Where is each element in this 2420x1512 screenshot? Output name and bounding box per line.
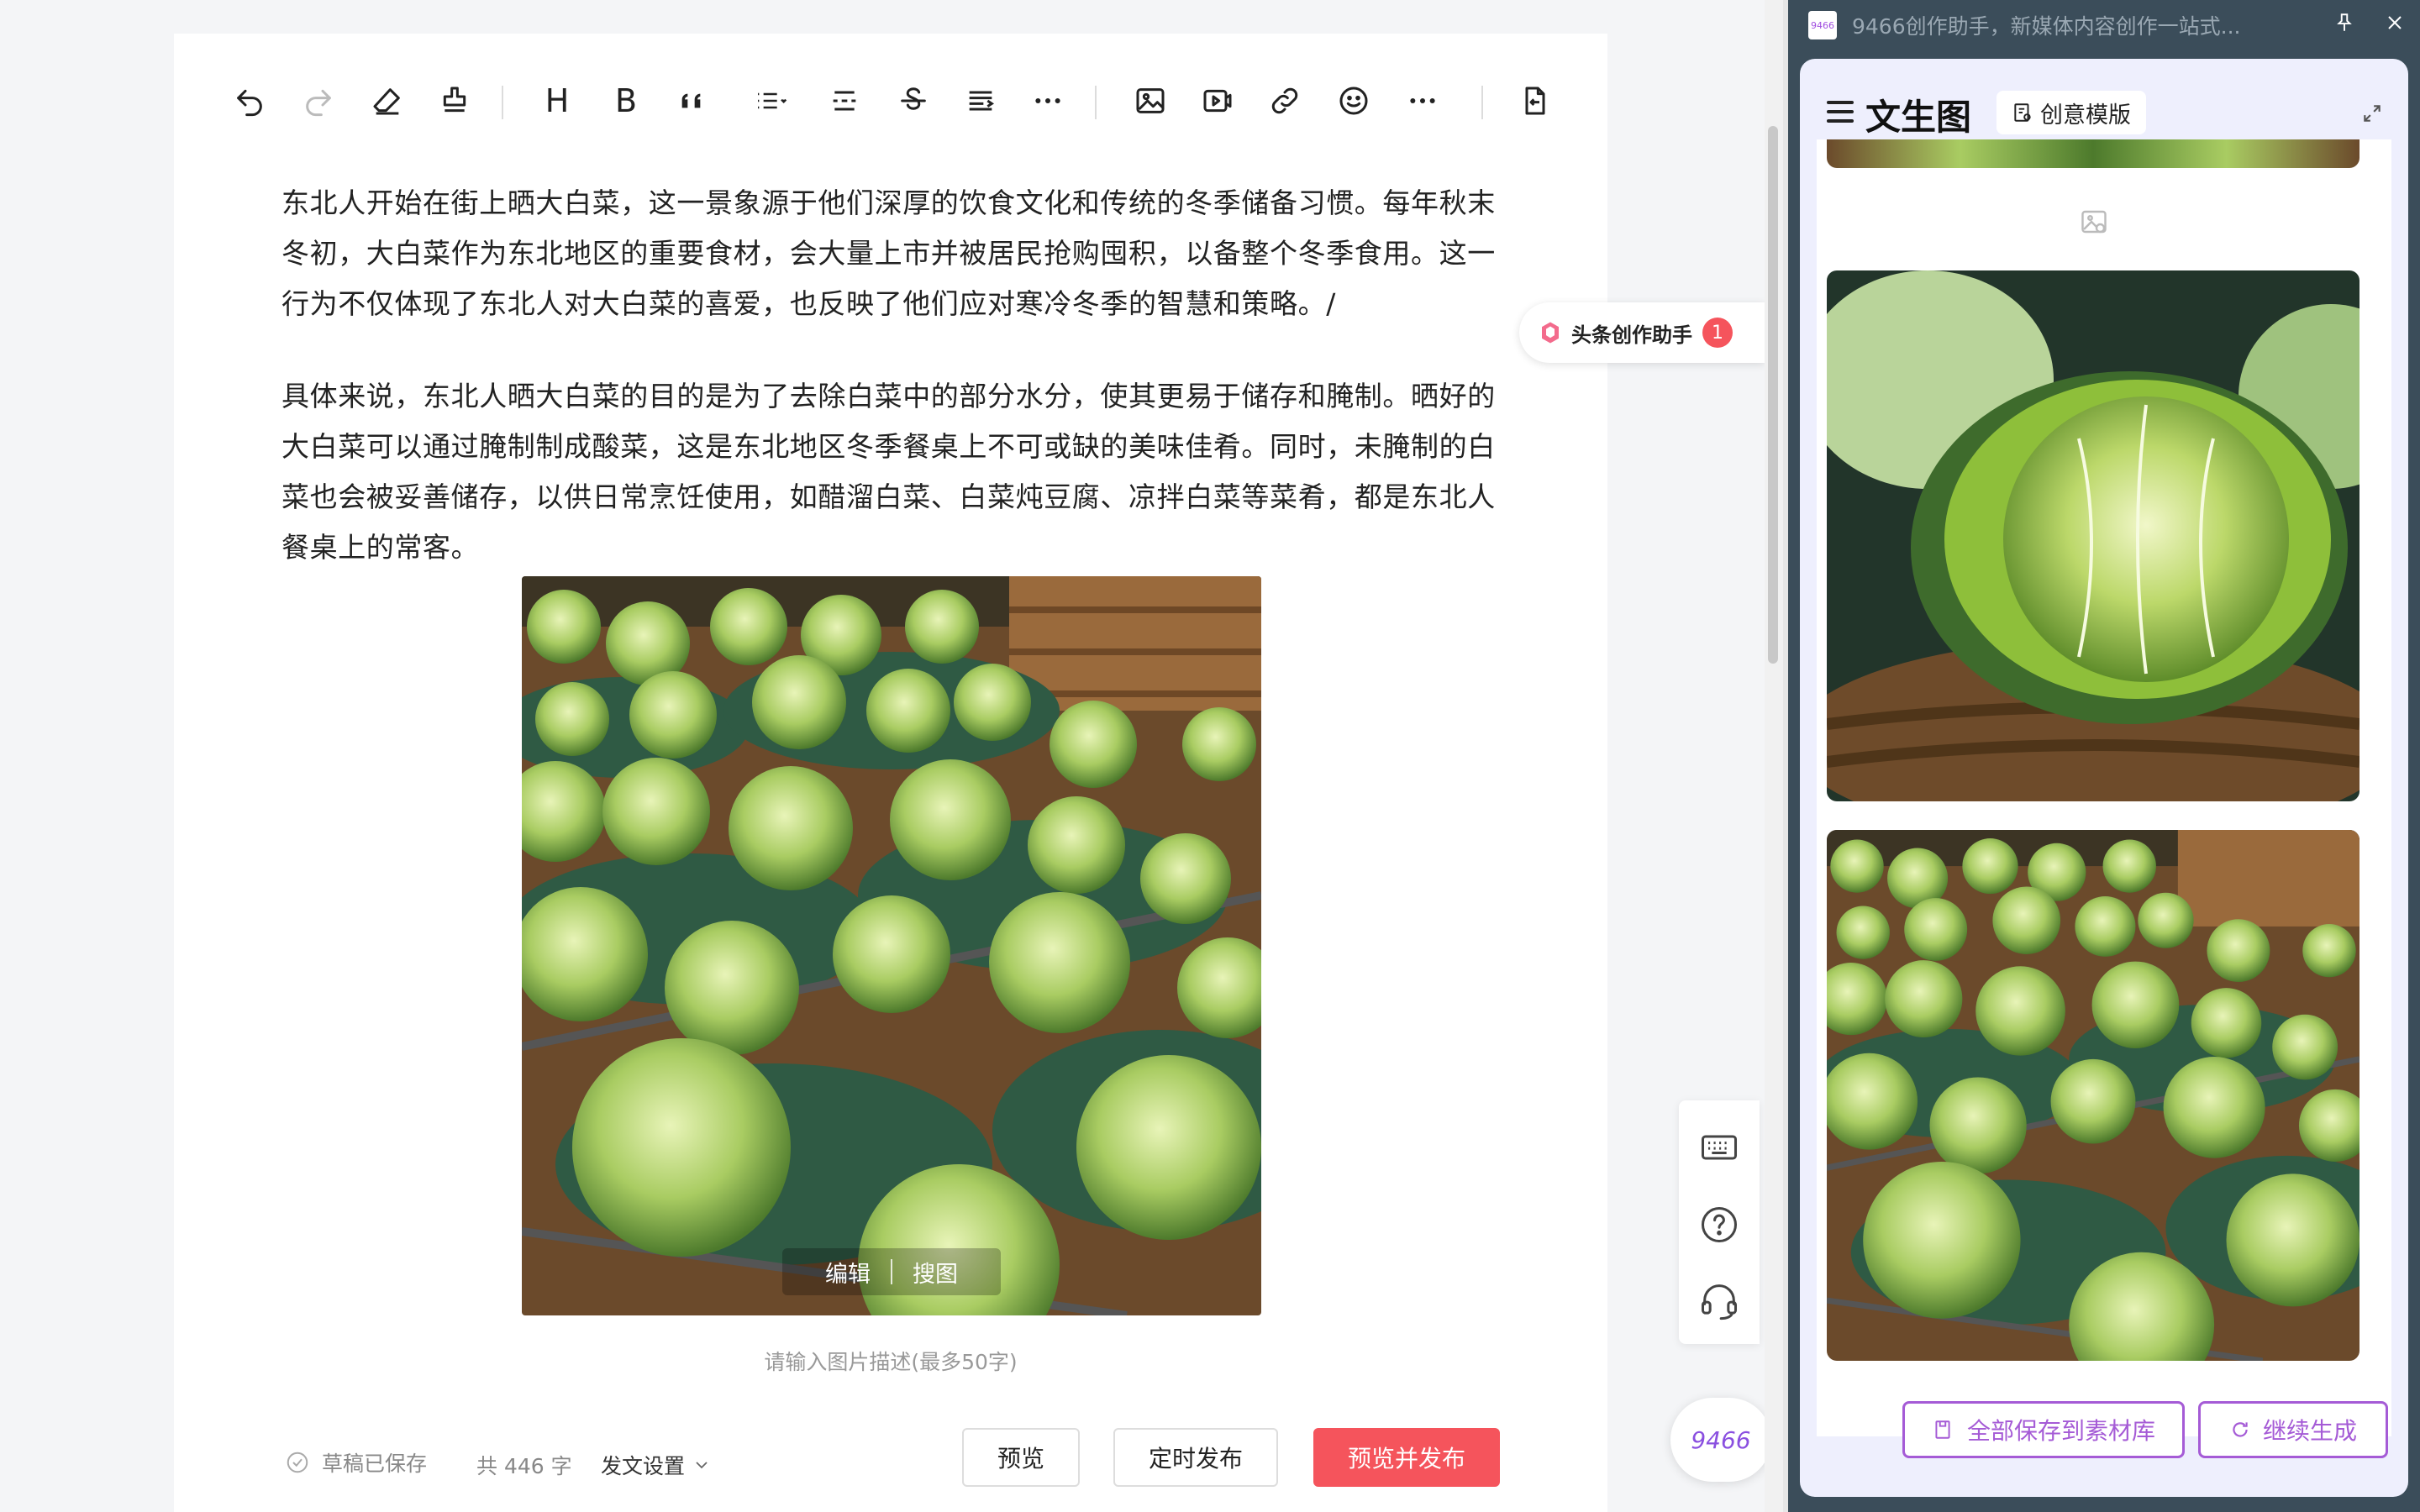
text-to-image-panel: 文生图 创意模版 全部保存到素材库 继续生成: [1800, 59, 2408, 1497]
editor-area: H B 东北人开始在街上晒大白菜，这一景象源于他们深厚的饮食文化和传统的冬季储备…: [0, 0, 1771, 1512]
editor-toolbar: H B: [174, 34, 1607, 143]
list-icon[interactable]: [742, 77, 801, 124]
import-doc-icon[interactable]: [1512, 77, 1559, 124]
save-icon: [1935, 1420, 1950, 1439]
assistant-label: 头条创作助手: [1571, 323, 1692, 347]
refresh-icon: [2233, 1422, 2248, 1437]
quote-icon[interactable]: [670, 77, 717, 124]
save-all-to-library-button[interactable]: 全部保存到素材库: [1902, 1401, 2185, 1458]
scrollbar-thumb[interactable]: [1768, 126, 1778, 664]
more-icon-2[interactable]: [1399, 77, 1446, 124]
image-search-button[interactable]: 搜图: [913, 1256, 958, 1289]
article-paragraph-2[interactable]: 具体来说，东北人晒大白菜的目的是为了去除白菜中的部分水分，使其更易于储存和腌制。…: [281, 371, 1508, 573]
article-image[interactable]: 编辑 搜图: [522, 576, 1261, 1315]
template-icon: [2014, 103, 2031, 122]
article-paragraph-1[interactable]: 东北人开始在街上晒大白菜，这一景象源于他们深厚的饮食文化和传统的冬季储备习惯。每…: [281, 178, 1508, 329]
heading-icon[interactable]: H: [534, 77, 581, 124]
panel-title: 文生图: [1865, 97, 1972, 138]
toolbar-divider: [502, 86, 503, 119]
eraser-icon[interactable]: [364, 77, 411, 124]
draft-status-text: 草稿已保存: [322, 1452, 428, 1476]
editor-scrollbar[interactable]: [1765, 0, 1783, 1512]
image-edit-button[interactable]: 编辑: [825, 1256, 871, 1289]
undo-icon[interactable]: [226, 77, 273, 124]
menu-icon[interactable]: [1827, 101, 1854, 123]
help-icon[interactable]: [1697, 1203, 1741, 1247]
format-painter-icon[interactable]: [431, 77, 478, 124]
align-icon[interactable]: [957, 77, 1004, 124]
bold-icon[interactable]: B: [602, 77, 650, 124]
app-float-logo[interactable]: 9466: [1670, 1398, 1771, 1482]
save-all-label: 全部保存到素材库: [1966, 1417, 2155, 1445]
schedule-publish-button[interactable]: 定时发布: [1113, 1428, 1278, 1487]
creative-template-button[interactable]: 创意模版: [1996, 91, 2146, 134]
generated-images-list: [1817, 139, 2391, 1436]
floating-tool-bar: [1679, 1100, 1760, 1344]
keyboard-icon[interactable]: [1697, 1126, 1741, 1169]
chevron-down-icon: [696, 1462, 708, 1469]
publish-settings-dropdown[interactable]: 发文设置: [601, 1450, 712, 1480]
cabbage-closeup-image: [1827, 270, 2360, 801]
divider-icon[interactable]: [821, 77, 868, 124]
continue-generate-button[interactable]: 继续生成: [2198, 1401, 2388, 1458]
assistant-logo-icon: [1542, 322, 1559, 344]
strikethrough-icon[interactable]: [890, 77, 937, 124]
creation-assistant-pill[interactable]: 头条创作助手 1: [1519, 302, 1765, 363]
publish-settings-label: 发文设置: [601, 1454, 686, 1478]
pin-icon[interactable]: [2319, 12, 2370, 39]
image-action-overlay: 编辑 搜图: [782, 1248, 1001, 1295]
creative-template-label: 创意模版: [2040, 102, 2131, 129]
toolbar-divider: [1481, 86, 1483, 119]
generated-image-2[interactable]: [1827, 830, 2360, 1361]
editor-card: H B 东北人开始在街上晒大白菜，这一景象源于他们深厚的饮食文化和传统的冬季储备…: [174, 34, 1607, 1512]
generated-image-1[interactable]: [1827, 270, 2360, 801]
image-icon[interactable]: [1127, 77, 1174, 124]
panel-header: 文生图 创意模版: [1800, 59, 2408, 141]
draft-status: 草稿已保存: [285, 1447, 427, 1478]
check-circle-icon: [287, 1452, 308, 1473]
preview-publish-button[interactable]: 预览并发布: [1313, 1428, 1500, 1487]
toolbar-divider: [1095, 86, 1097, 119]
redo-icon[interactable]: [295, 77, 342, 124]
cabbage-field-image-2: [1827, 830, 2360, 1361]
cabbage-field-image: [522, 576, 1261, 1315]
image-caption-input[interactable]: 请输入图片描述(最多50字): [174, 1346, 1607, 1376]
bottom-action-bar: 草稿已保存 共 446 字 发文设置 预览 定时发布 预览并发布: [174, 1420, 1607, 1512]
assistant-badge: 1: [1702, 318, 1733, 348]
assistant-titlebar: 9466 9466创作助手，新媒体内容创作一站式...: [1788, 0, 2420, 50]
assistant-window-title: 9466创作助手，新媒体内容创作一站式...: [1852, 14, 2241, 39]
assistant-app-logo: 9466: [1808, 11, 1837, 39]
emoji-icon[interactable]: [1330, 77, 1377, 124]
overlay-divider: [891, 1259, 892, 1284]
video-icon[interactable]: [1194, 77, 1241, 124]
continue-label: 继续生成: [2262, 1417, 2357, 1445]
more-icon[interactable]: [1024, 77, 1071, 124]
generated-image-partial[interactable]: [1827, 139, 2360, 168]
assistant-window: 9466 9466创作助手，新媒体内容创作一站式... 文生图 创意模版 全部保…: [1788, 0, 2420, 1512]
word-count: 共 446 字: [476, 1454, 572, 1478]
headset-icon[interactable]: [1697, 1278, 1741, 1322]
link-icon[interactable]: [1261, 77, 1308, 124]
image-placeholder-icon: [2081, 210, 2107, 234]
preview-button[interactable]: 预览: [962, 1428, 1080, 1487]
expand-icon[interactable]: [2361, 102, 2383, 124]
close-icon[interactable]: [2370, 13, 2420, 39]
